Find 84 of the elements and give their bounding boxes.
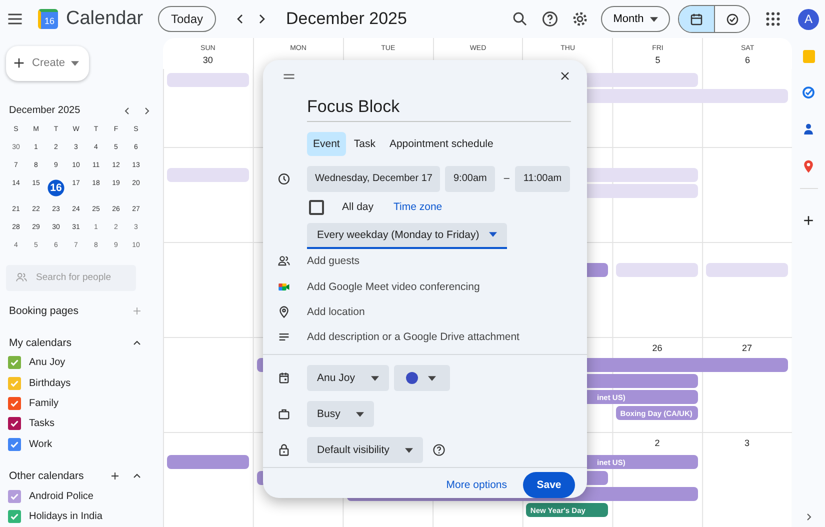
section-title: My calendars bbox=[8, 336, 72, 349]
map-pin-icon[interactable] bbox=[801, 159, 816, 174]
search-icon[interactable] bbox=[511, 10, 529, 28]
settings-icon[interactable] bbox=[571, 10, 589, 28]
calendar-checkbox[interactable] bbox=[8, 438, 21, 451]
calendar-icon bbox=[277, 371, 291, 385]
title-field[interactable]: Focus Block bbox=[307, 92, 571, 122]
option-label[interactable]: Add guests bbox=[307, 255, 360, 268]
date-number[interactable]: 27 bbox=[702, 338, 792, 356]
calendar-checkbox[interactable] bbox=[8, 510, 21, 524]
account-avatar[interactable]: A bbox=[798, 8, 819, 30]
caret-icon bbox=[356, 412, 364, 416]
color-dropdown[interactable] bbox=[394, 365, 450, 391]
check-circle-icon bbox=[724, 12, 740, 26]
more-options-button[interactable]: More options bbox=[442, 473, 511, 497]
calendar-checkbox[interactable] bbox=[8, 417, 21, 430]
period-title: December 2025 bbox=[286, 9, 407, 29]
date-picker[interactable]: Wednesday, December 17 bbox=[307, 166, 440, 192]
event-type-tab[interactable]: Appointment schedule bbox=[383, 132, 500, 156]
calendar-view-button[interactable] bbox=[679, 6, 714, 32]
caret-icon bbox=[370, 376, 379, 380]
color-swatch bbox=[406, 372, 418, 384]
calendar-checkbox[interactable] bbox=[8, 397, 21, 410]
person-icon[interactable] bbox=[801, 122, 816, 137]
drag-handle-icon[interactable] bbox=[282, 72, 296, 80]
calendar-name: Work bbox=[29, 438, 52, 450]
section-title: Other calendars bbox=[8, 470, 85, 482]
option-label[interactable]: Add location bbox=[307, 306, 365, 318]
calendar-icon bbox=[689, 12, 704, 26]
event-type-tab[interactable]: Task bbox=[348, 132, 382, 156]
briefcase-icon bbox=[277, 407, 291, 421]
time-separator: – bbox=[504, 173, 510, 184]
apps-grid-icon[interactable] bbox=[764, 10, 782, 28]
caret-icon bbox=[650, 16, 658, 22]
date-number[interactable]: 30 bbox=[202, 55, 213, 65]
all-day-label: All day bbox=[342, 201, 374, 214]
mini-calendar-title: December 2025 bbox=[8, 105, 82, 116]
section-title: Booking pages bbox=[8, 304, 80, 317]
calendar-name: Family bbox=[29, 398, 58, 410]
date-number[interactable]: 5 bbox=[655, 55, 660, 65]
tasks-icon[interactable] bbox=[801, 85, 816, 100]
clock-icon bbox=[277, 172, 291, 186]
event-type-tab[interactable]: Event bbox=[307, 132, 346, 156]
caret-icon bbox=[489, 232, 498, 238]
save-button[interactable]: Save bbox=[523, 472, 575, 498]
option-label[interactable]: Add Google Meet video conferencing bbox=[307, 280, 480, 293]
date-number[interactable]: 2 bbox=[612, 433, 702, 453]
date-number[interactable]: 26 bbox=[612, 338, 702, 356]
create-button[interactable]: Create bbox=[6, 46, 89, 81]
calendar-name: Anu Joy bbox=[29, 357, 66, 368]
app-title: Calendar bbox=[66, 8, 144, 30]
end-time-picker[interactable]: 11:00am bbox=[515, 166, 570, 192]
start-time-picker[interactable]: 9:00am bbox=[445, 166, 495, 192]
visibility-dropdown[interactable]: Default visibility bbox=[307, 437, 424, 463]
calendar-checkbox[interactable] bbox=[8, 490, 21, 504]
lock-icon bbox=[277, 443, 291, 457]
people-icon bbox=[277, 254, 291, 268]
all-day-checkbox[interactable] bbox=[309, 200, 324, 215]
add-icon[interactable] bbox=[801, 213, 816, 228]
plus-icon bbox=[12, 56, 26, 70]
calendar-checkbox[interactable] bbox=[8, 356, 21, 370]
today-button[interactable]: Today bbox=[158, 6, 216, 32]
view-dropdown[interactable]: Month bbox=[601, 6, 670, 32]
people-search-field[interactable]: Search for people bbox=[6, 264, 136, 291]
time-zone-link[interactable]: Time zone bbox=[394, 201, 442, 214]
calendar-name: Birthdays bbox=[29, 378, 71, 389]
date-number[interactable]: 3 bbox=[702, 433, 792, 453]
location-pin-icon bbox=[277, 304, 291, 319]
calendar-name: Android Police bbox=[29, 491, 94, 502]
caret-icon bbox=[71, 60, 80, 66]
date-number[interactable]: 6 bbox=[745, 55, 750, 65]
availability-dropdown[interactable]: Busy bbox=[307, 401, 374, 427]
caret-icon bbox=[405, 448, 414, 452]
calendar-name: Holidays in India bbox=[29, 511, 102, 522]
option-label[interactable]: Add description or a Google Drive attachment bbox=[307, 331, 520, 344]
caret-icon bbox=[428, 376, 436, 380]
calendar-name: Tasks bbox=[29, 418, 55, 430]
help-icon[interactable] bbox=[541, 10, 559, 28]
add-icon[interactable] bbox=[109, 470, 121, 482]
help-icon[interactable] bbox=[432, 443, 446, 457]
recurrence-dropdown[interactable]: Every weekday (Monday to Friday) bbox=[307, 222, 508, 249]
people-icon bbox=[15, 270, 28, 284]
calendar-dropdown[interactable]: Anu Joy bbox=[307, 365, 389, 391]
calendar-logo: 16 bbox=[38, 9, 58, 29]
